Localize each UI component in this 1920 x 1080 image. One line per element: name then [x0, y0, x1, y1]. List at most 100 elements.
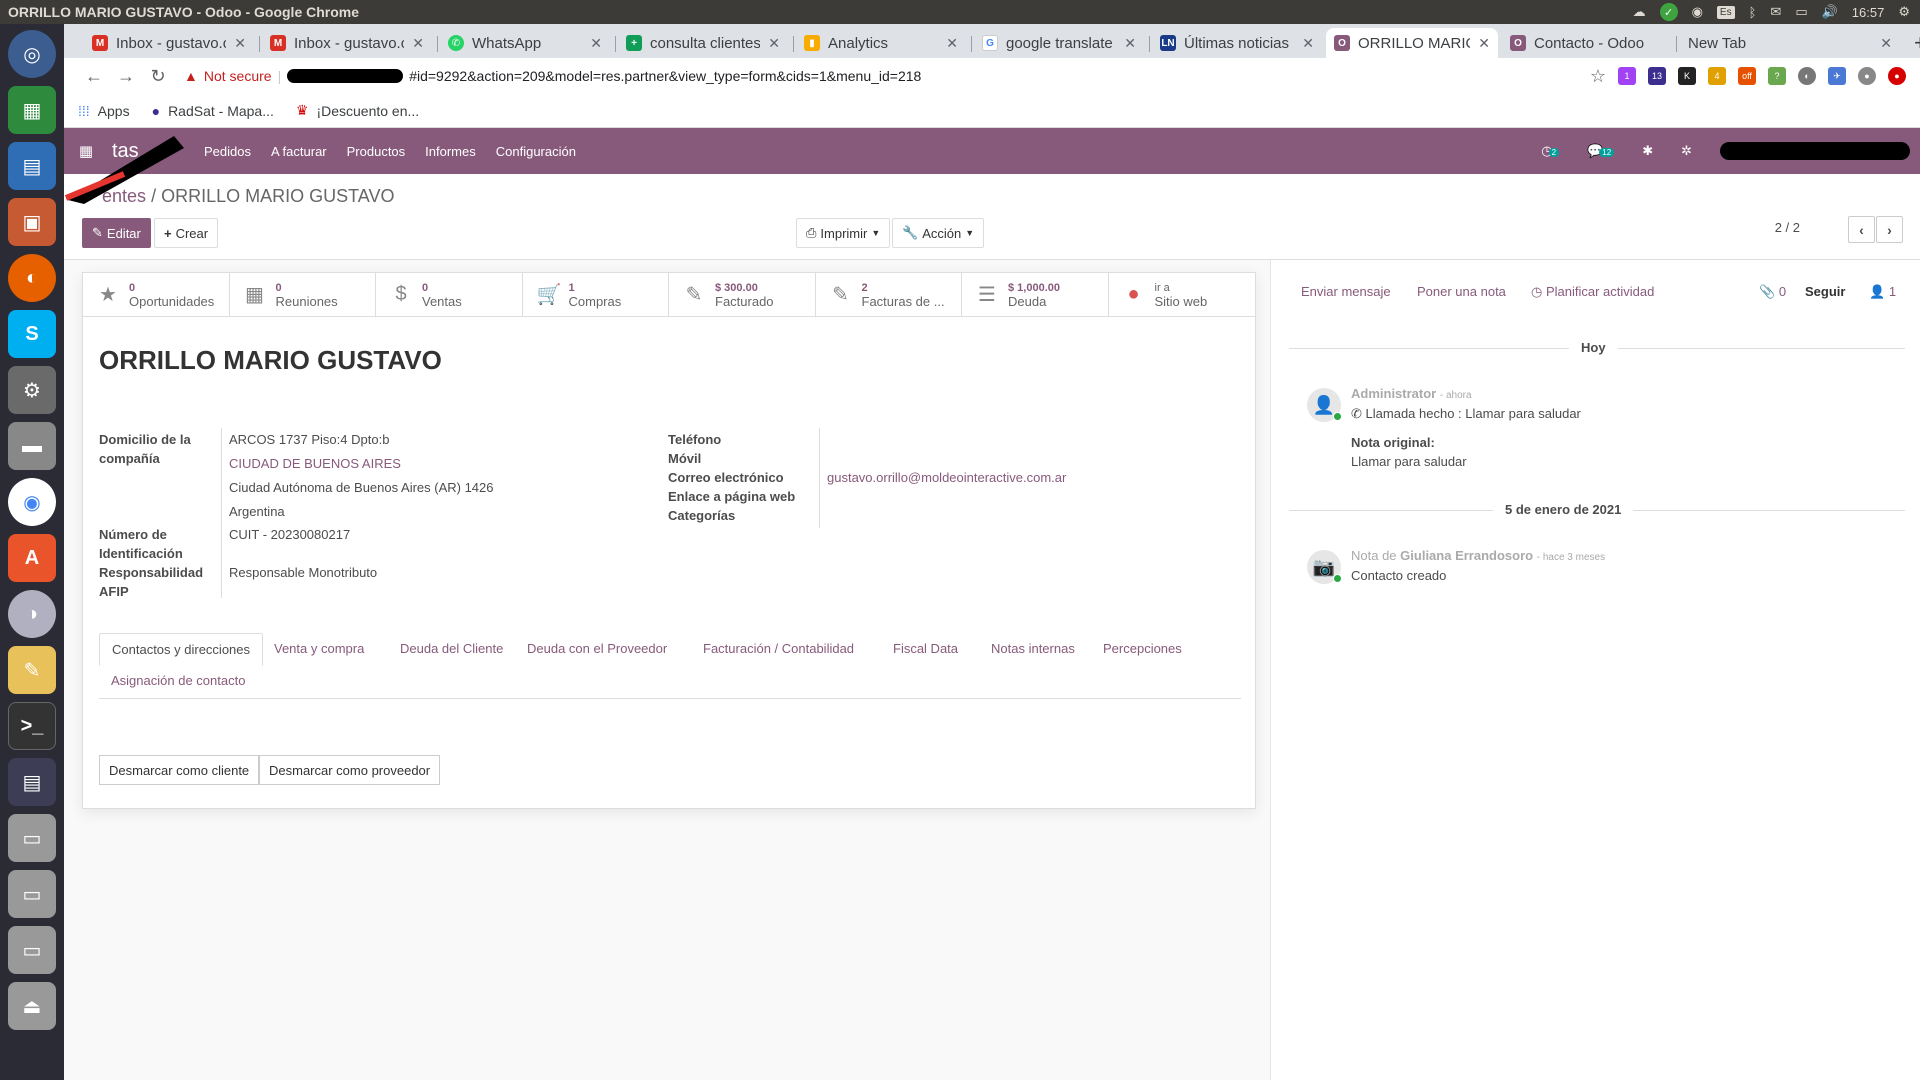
terminal-icon[interactable]: >_ [8, 702, 56, 750]
menu-item-pedidos[interactable]: Pedidos [204, 144, 251, 159]
send-message-button[interactable]: Enviar mensaje [1301, 284, 1391, 299]
tab-perceptions[interactable]: Percepciones [1091, 633, 1194, 664]
browser-tab[interactable]: O Contacto - Odoo [1502, 28, 1672, 58]
extension-icon[interactable]: 4 [1708, 67, 1726, 85]
stat-button-meetings[interactable]: ▦ 0 Reuniones [230, 273, 376, 316]
tab-fiscal-data[interactable]: Fiscal Data [881, 633, 970, 664]
settings-gear-icon[interactable]: ⚙ [1898, 4, 1910, 20]
browser-tab[interactable]: ▮ Analytics ✕ [796, 28, 966, 58]
action-dropdown[interactable]: 🔧 Acción ▼ [892, 218, 985, 248]
profile-avatar[interactable]: ● [1858, 67, 1876, 85]
unmark-customer-button[interactable]: Desmarcar como cliente [99, 755, 260, 785]
reload-icon[interactable]: ↻ [142, 66, 174, 87]
url-field[interactable]: ▲ Not secure | #id=9292&action=209&model… [184, 62, 1590, 90]
company-icon[interactable]: ✲ [1681, 143, 1692, 159]
extension-icon[interactable]: 1 [1618, 67, 1636, 85]
browser-tab[interactable]: ✆ WhatsApp ✕ [440, 28, 610, 58]
close-icon[interactable]: ✕ [590, 35, 602, 52]
print-dropdown[interactable]: ⎙ Imprimir ▼ [796, 218, 891, 248]
keyboard-layout[interactable]: Es [1716, 5, 1735, 19]
extension-icon[interactable]: off [1738, 67, 1756, 85]
browser-tab[interactable]: M Inbox - gustavo.o ✕ [84, 28, 254, 58]
extension-icon[interactable]: ? [1768, 67, 1786, 85]
pager-value[interactable]: 2 / 2 [1775, 220, 1800, 235]
skype-icon[interactable]: S [8, 310, 56, 358]
stat-button-sales[interactable]: $ 0 Ventas [376, 273, 523, 316]
usb-drive-icon[interactable]: ⏏ [8, 982, 56, 1030]
messages-chat-icon[interactable]: 💬12 [1587, 143, 1615, 159]
browser-tab-active[interactable]: O ORRILLO MARIO ✕ [1326, 28, 1498, 58]
drive-icon[interactable]: ▭ [8, 870, 56, 918]
indicator-icon[interactable]: ☁ [1633, 4, 1646, 20]
sync-ok-icon[interactable]: ✓ [1659, 3, 1678, 21]
stat-button-opportunities[interactable]: ★ 0 Oportunidades [83, 273, 230, 316]
edit-button[interactable]: ✎ Editar [82, 218, 151, 248]
bookmark-apps[interactable]: ⁞⁞⁞ Apps [78, 103, 130, 119]
volume-icon[interactable]: 🔊 [1822, 4, 1838, 20]
bookmark-descuento[interactable]: ♛ ¡Descuento en... [296, 102, 419, 119]
close-icon[interactable]: ✕ [1302, 35, 1314, 52]
browser-tab[interactable]: New Tab ✕ [1680, 28, 1900, 58]
close-icon[interactable]: ✕ [946, 35, 958, 52]
disk-usage-icon[interactable]: ◑ [8, 590, 56, 638]
drive-icon[interactable]: ▭ [8, 814, 56, 862]
redacted-user-menu[interactable] [1720, 142, 1910, 160]
tab-vendor-debt[interactable]: Deuda con el Proveedor [515, 633, 679, 664]
battery-icon[interactable]: ▭ [1795, 4, 1807, 20]
tab-sales-purchase[interactable]: Venta y compra [262, 633, 376, 664]
stat-button-invoiced[interactable]: ✎ $ 300.00 Facturado [669, 273, 816, 316]
extension-icon[interactable]: ◐ [1798, 67, 1816, 85]
settings-icon[interactable]: ⚙ [8, 366, 56, 414]
follow-button[interactable]: Seguir [1805, 284, 1845, 299]
stat-button-purchases[interactable]: 🛒 1 Compras [523, 273, 669, 316]
mail-icon[interactable]: ✉ [1770, 4, 1781, 20]
city-link[interactable]: CIUDAD DE BUENOS AIRES [229, 454, 401, 473]
stat-button-vendor-bills[interactable]: ✎ 2 Facturas de ... [816, 273, 962, 316]
extension-icon[interactable]: K [1678, 67, 1696, 85]
stat-button-website[interactable]: ● ir a Sitio web [1109, 273, 1256, 316]
bluetooth-icon[interactable]: ᛒ [1749, 5, 1757, 20]
browser-tab[interactable]: LN Últimas noticias ✕ [1152, 28, 1322, 58]
tab-invoicing-accounting[interactable]: Facturación / Contabilidad [691, 633, 866, 664]
attachments-button[interactable]: 📎 0 [1759, 284, 1786, 300]
scanner-icon[interactable]: ▬ [8, 422, 56, 470]
chrome-icon[interactable]: ◉ [8, 478, 56, 526]
writer-icon[interactable]: ▤ [8, 142, 56, 190]
tab-internal-notes[interactable]: Notas internas [979, 633, 1087, 664]
menu-item-productos[interactable]: Productos [347, 144, 406, 159]
spreadsheet-icon[interactable]: ▦ [8, 86, 56, 134]
extension-icon[interactable]: ● [1888, 67, 1906, 85]
close-icon[interactable]: ✕ [1880, 35, 1892, 52]
browser-tab[interactable]: M Inbox - gustavo.o ✕ [262, 28, 432, 58]
forward-arrow-icon[interactable]: → [110, 66, 142, 87]
clock[interactable]: 16:57 [1852, 5, 1885, 20]
firefox-icon[interactable]: ◐ [8, 254, 56, 302]
create-button[interactable]: + Crear [154, 218, 219, 248]
pager-next-button[interactable]: › [1876, 216, 1903, 243]
tab-contact-assignment[interactable]: Asignación de contacto [99, 665, 257, 696]
schedule-activity-button[interactable]: ◷ Planificar actividad [1531, 284, 1654, 300]
unmark-vendor-button[interactable]: Desmarcar como proveedor [259, 755, 441, 785]
new-tab-button[interactable]: + [1914, 30, 1920, 56]
email-link[interactable]: gustavo.orrillo@moldeointeractive.com.ar [827, 468, 1066, 487]
browser-tab[interactable]: G google translate ✕ [974, 28, 1144, 58]
stat-button-debt[interactable]: ☰ $ 1,000.00 Deuda [962, 273, 1109, 316]
tab-contacts-addresses[interactable]: Contactos y direcciones [99, 633, 264, 666]
followers-button[interactable]: 👤 1 [1869, 284, 1896, 300]
pager-previous-button[interactable]: ‹ [1848, 216, 1875, 243]
tab-customer-debt[interactable]: Deuda del Cliente [388, 633, 515, 664]
impress-icon[interactable]: ▣ [8, 198, 56, 246]
bug-debug-icon[interactable]: ✱ [1642, 143, 1653, 159]
bookmark-radsat[interactable]: ● RadSat - Mapa... [152, 103, 274, 119]
wifi-icon[interactable]: ◉ [1692, 4, 1703, 20]
close-icon[interactable]: ✕ [412, 35, 424, 52]
drive-icon[interactable]: ▭ [8, 926, 56, 974]
close-icon[interactable]: ✕ [1478, 35, 1490, 52]
close-icon[interactable]: ✕ [768, 35, 780, 52]
close-icon[interactable]: ✕ [234, 35, 246, 52]
menu-item-informes[interactable]: Informes [425, 144, 476, 159]
log-note-button[interactable]: Poner una nota [1417, 284, 1506, 299]
message-author[interactable]: Administrator - ahora [1351, 386, 1472, 401]
browser-tab[interactable]: + consulta clientes ✕ [618, 28, 788, 58]
extension-icon[interactable]: ✈ [1828, 67, 1846, 85]
